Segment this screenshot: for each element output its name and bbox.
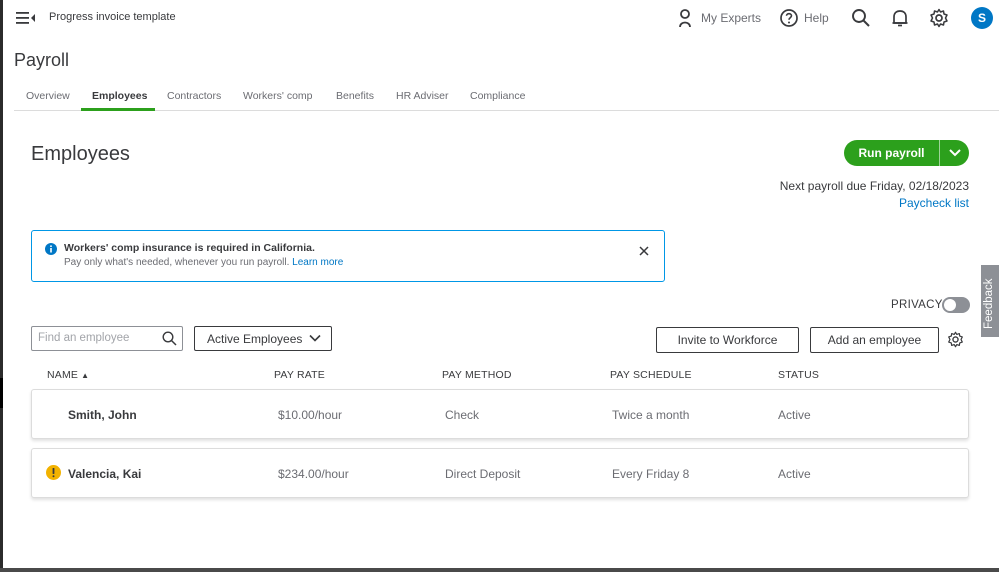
employee-status: Active bbox=[778, 408, 811, 422]
bell-icon[interactable] bbox=[890, 8, 910, 28]
run-payroll-button[interactable]: Run payroll bbox=[844, 140, 939, 166]
workers-comp-alert: Workers' comp insurance is required in C… bbox=[31, 230, 665, 282]
alert-message: Pay only what's needed, whenever you run… bbox=[64, 257, 343, 268]
pay-rate: $10.00/hour bbox=[278, 408, 343, 422]
learn-more-link[interactable]: Learn more bbox=[292, 257, 343, 268]
warning-icon[interactable] bbox=[46, 465, 61, 480]
pay-schedule: Every Friday 8 bbox=[612, 467, 690, 481]
employee-name[interactable]: Valencia, Kai bbox=[68, 467, 141, 481]
next-payroll-due: Next payroll due Friday, 02/18/2023 bbox=[779, 179, 969, 193]
my-experts-label: My Experts bbox=[701, 11, 762, 25]
name-header-label: NAME bbox=[47, 369, 79, 381]
tab-hr-adviser[interactable]: HR Adviser bbox=[396, 90, 449, 102]
search-icon[interactable] bbox=[162, 331, 177, 346]
pay-method: Direct Deposit bbox=[445, 467, 521, 481]
column-header-status: STATUS bbox=[778, 369, 820, 381]
tab-workers-comp[interactable]: Workers' comp bbox=[243, 90, 313, 102]
privacy-label: PRIVACY bbox=[891, 299, 943, 311]
filter-value: Active Employees bbox=[207, 331, 303, 346]
help-label: Help bbox=[804, 11, 829, 25]
alert-title: Workers' comp insurance is required in C… bbox=[64, 242, 315, 254]
window-bottom-edge bbox=[0, 568, 999, 572]
feedback-tab[interactable]: Feedback bbox=[981, 265, 999, 337]
table-settings-gear-icon[interactable] bbox=[947, 331, 964, 348]
employee-status: Active bbox=[778, 467, 811, 481]
top-bar: Progress invoice template bbox=[3, 0, 999, 36]
pay-rate: $234.00/hour bbox=[278, 467, 349, 481]
search-icon[interactable] bbox=[851, 8, 871, 28]
employee-name[interactable]: Smith, John bbox=[68, 408, 137, 422]
column-header-pay-method: PAY METHOD bbox=[442, 369, 512, 381]
table-row[interactable]: Smith, John $10.00/hour Check Twice a mo… bbox=[31, 389, 969, 439]
menu-collapse-icon[interactable] bbox=[16, 10, 36, 26]
add-employee-button[interactable]: Add an employee bbox=[810, 327, 939, 353]
alert-body-text: Pay only what's needed, whenever you run… bbox=[64, 257, 290, 268]
feedback-label: Feedback bbox=[983, 278, 995, 329]
chevron-down-icon bbox=[309, 334, 321, 342]
info-icon bbox=[45, 243, 57, 255]
section-title: Employees bbox=[31, 143, 130, 165]
employee-search bbox=[31, 326, 183, 351]
pay-method: Check bbox=[445, 408, 480, 422]
payroll-tabs: Overview Employees Contractors Workers' … bbox=[14, 84, 999, 111]
toggle-knob bbox=[944, 299, 956, 311]
company-name: Progress invoice template bbox=[49, 11, 176, 23]
my-experts-button[interactable]: My Experts bbox=[677, 8, 761, 28]
column-header-name[interactable]: NAME ▲ bbox=[47, 369, 89, 381]
tab-overview[interactable]: Overview bbox=[26, 90, 70, 102]
paycheck-list-link[interactable]: Paycheck list bbox=[899, 196, 969, 210]
privacy-toggle[interactable] bbox=[942, 297, 970, 313]
invite-to-workforce-button[interactable]: Invite to Workforce bbox=[656, 327, 799, 353]
tab-employees[interactable]: Employees bbox=[92, 90, 147, 102]
tab-compliance[interactable]: Compliance bbox=[470, 90, 525, 102]
employee-status-filter[interactable]: Active Employees bbox=[194, 326, 332, 351]
page-title: Payroll bbox=[14, 50, 70, 70]
table-row[interactable]: Valencia, Kai $234.00/hour Direct Deposi… bbox=[31, 448, 969, 498]
close-icon[interactable] bbox=[638, 245, 650, 257]
gear-icon[interactable] bbox=[929, 8, 949, 28]
run-payroll-split-button: Run payroll bbox=[844, 140, 969, 166]
person-icon bbox=[679, 9, 691, 28]
user-avatar[interactable]: S bbox=[971, 7, 993, 29]
sort-ascending-icon: ▲ bbox=[81, 371, 90, 380]
pay-schedule: Twice a month bbox=[612, 408, 690, 422]
search-input[interactable] bbox=[38, 332, 158, 344]
chevron-down-icon bbox=[948, 149, 961, 157]
help-icon bbox=[780, 9, 798, 27]
column-header-pay-rate: PAY RATE bbox=[274, 369, 326, 381]
column-header-pay-schedule: PAY SCHEDULE bbox=[610, 369, 692, 381]
split-divider bbox=[939, 140, 940, 166]
tab-benefits[interactable]: Benefits bbox=[336, 90, 374, 102]
run-payroll-menu-button[interactable] bbox=[940, 140, 969, 166]
help-button[interactable]: Help bbox=[779, 8, 829, 28]
tab-contractors[interactable]: Contractors bbox=[167, 90, 221, 102]
